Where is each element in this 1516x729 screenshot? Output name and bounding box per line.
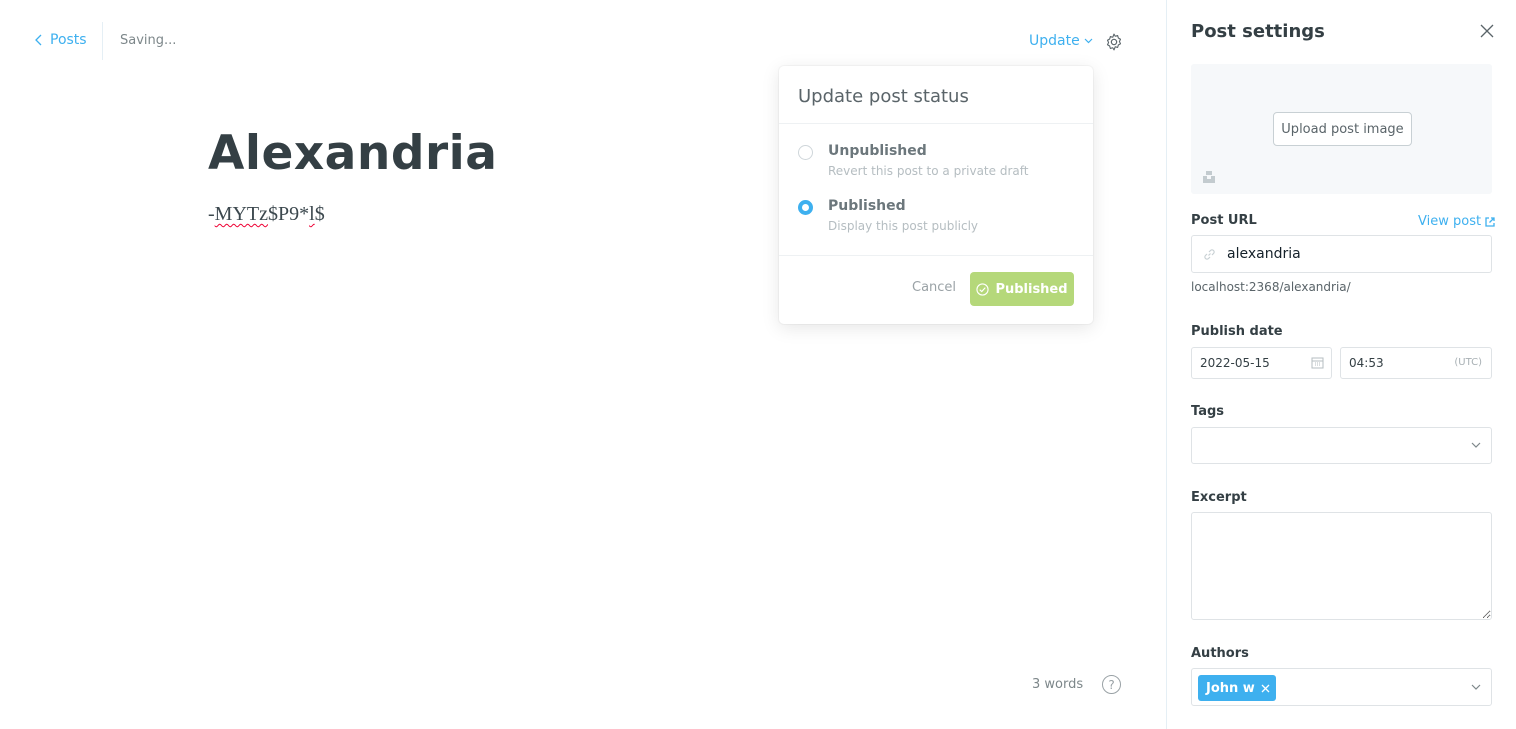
author-name: John w [1206,680,1255,696]
excerpt-label: Excerpt [1191,490,1247,505]
save-status: Saving... [120,33,177,48]
timezone-label: (UTC) [1454,357,1482,368]
status-option-published[interactable]: Published Display this post publicly [798,198,978,233]
body-suffix: $ [314,203,325,225]
update-status-popover: Update post status Unpublished Revert th… [779,66,1093,324]
chevron-down-icon [1471,442,1481,448]
chevron-down-icon [1471,684,1481,690]
post-url-input[interactable] [1227,236,1487,272]
authors-select[interactable]: John w [1191,668,1492,706]
close-icon[interactable] [1261,684,1270,693]
post-url-preview: localhost:2368/alexandria/ [1191,280,1351,294]
option-label: Published [828,198,906,214]
editor-pane: Posts Saving... Update Alexandria -MYTz$… [0,0,1166,729]
gear-icon [1106,33,1122,51]
body-middle: $P9* [268,203,310,225]
body-prefix: - [208,203,215,225]
cancel-button[interactable]: Cancel [912,280,956,295]
popover-footer: Cancel Published [779,255,1093,324]
publish-date-field[interactable] [1191,347,1332,379]
radio-unpublished[interactable] [798,145,813,160]
author-token[interactable]: John w [1198,675,1276,701]
link-icon [1204,249,1215,260]
view-post-link[interactable]: View post [1418,214,1495,229]
unsplash-icon[interactable] [1202,170,1216,184]
excerpt-textarea[interactable] [1191,512,1492,620]
post-settings-sidebar: Post settings Upload post image Post URL… [1166,0,1516,729]
post-body[interactable]: -MYTz$P9*l$ [208,203,325,226]
tags-label: Tags [1191,404,1225,419]
published-button-label: Published [995,281,1068,297]
back-to-posts-link[interactable]: Posts [34,32,87,48]
sidebar-title: Post settings [1191,21,1325,42]
post-url-field[interactable] [1191,235,1492,273]
update-menu-trigger[interactable]: Update [1029,33,1093,49]
publish-time-field[interactable]: (UTC) [1340,347,1492,379]
authors-label: Authors [1191,646,1249,661]
post-image-dropzone[interactable]: Upload post image [1191,64,1492,194]
publish-date-input[interactable] [1200,348,1300,378]
topbar-divider [102,22,103,60]
post-title[interactable]: Alexandria [208,126,498,181]
radio-published[interactable] [798,200,813,215]
spellcheck-word: MYTz [214,203,268,225]
status-option-unpublished[interactable]: Unpublished Revert this post to a privat… [798,143,1028,178]
check-circle-icon [976,282,990,296]
help-icon: ? [1108,677,1115,692]
calendar-icon[interactable] [1311,356,1324,369]
publish-time-input[interactable] [1349,348,1439,378]
option-description: Revert this post to a private draft [828,164,1029,178]
view-post-label: View post [1418,214,1482,229]
post-url-label: Post URL [1191,213,1257,228]
word-count: 3 words [1032,677,1084,692]
help-button[interactable]: ? [1102,675,1121,694]
published-button[interactable]: Published [970,272,1074,306]
upload-post-image-button[interactable]: Upload post image [1273,112,1412,146]
back-link-label: Posts [50,32,87,48]
close-icon[interactable] [1479,23,1495,39]
external-link-icon [1485,216,1495,227]
option-description: Display this post publicly [828,219,979,233]
publish-date-label: Publish date [1191,324,1283,339]
chevron-left-icon [35,34,42,46]
option-label: Unpublished [828,143,927,159]
chevron-down-icon [1084,38,1093,44]
popover-heading: Update post status [779,66,1093,124]
tags-select[interactable] [1191,427,1492,464]
update-label: Update [1029,33,1080,49]
settings-menu-toggle[interactable] [1103,31,1125,53]
